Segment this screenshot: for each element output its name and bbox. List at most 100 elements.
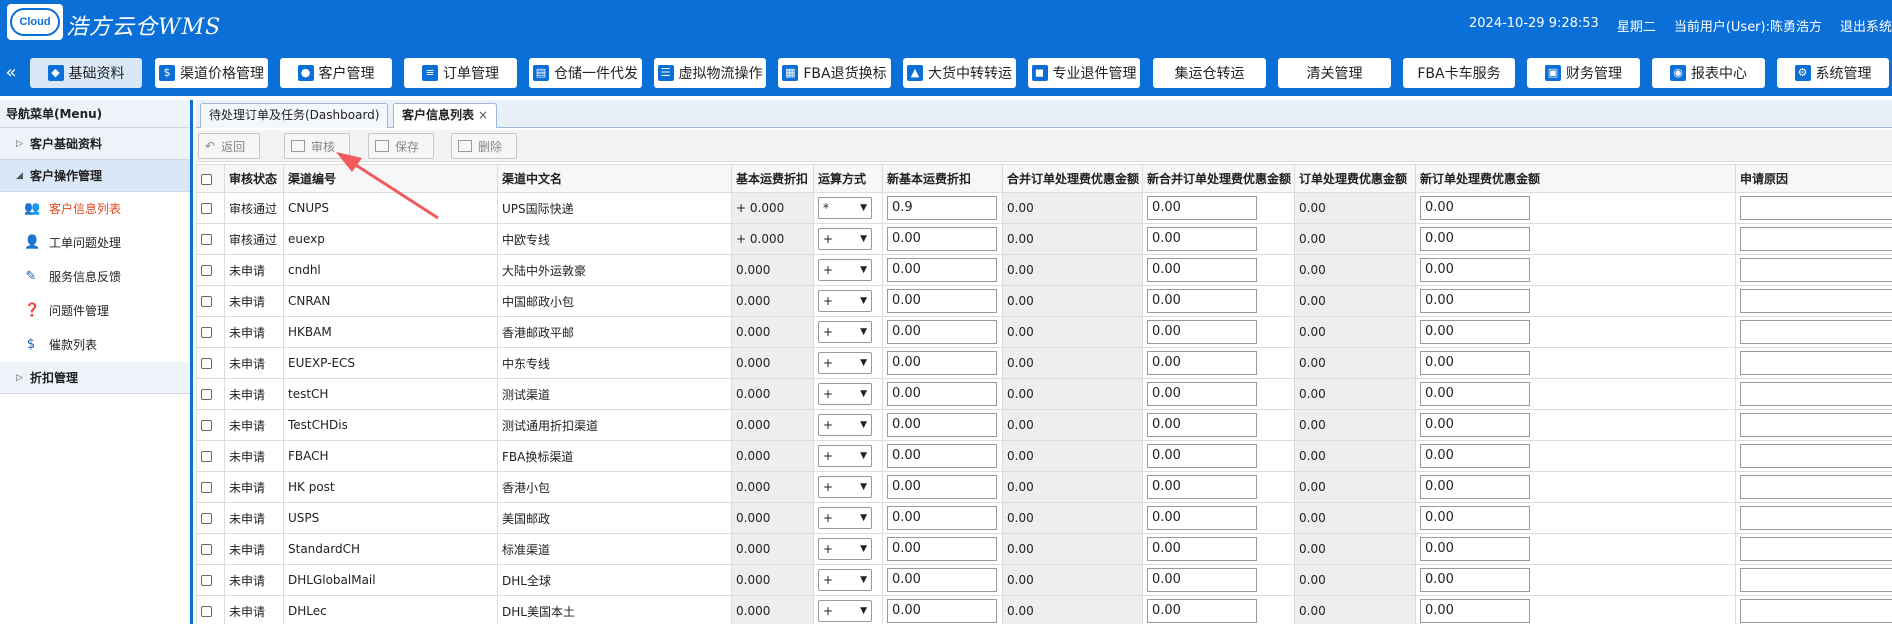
table-row[interactable]: 审核通过euexp中欧专线+ 0.000+0.000.000.000.000.0… — [196, 223, 1892, 255]
select-all-checkbox[interactable] — [196, 164, 225, 193]
table-row[interactable]: 未申请HKBAM香港邮政平邮0.000+0.000.000.000.000.00 — [196, 316, 1892, 348]
new-merge-input[interactable]: 0.00 — [1147, 506, 1257, 530]
table-row[interactable]: 未申请DHLGlobalMailDHL全球0.000+0.000.000.000… — [196, 564, 1892, 596]
new-merge-input[interactable]: 0.00 — [1147, 351, 1257, 375]
new-merge-input[interactable]: 0.00 — [1147, 599, 1257, 623]
reason-input[interactable] — [1740, 506, 1892, 530]
nav-warehouse[interactable]: ▤ 仓储一件代发 — [529, 58, 642, 88]
new-merge-input[interactable]: 0.00 — [1147, 382, 1257, 406]
op-select[interactable]: + — [818, 600, 872, 622]
new-fee-input[interactable]: 0.00 — [1420, 227, 1530, 251]
nav-channel-price[interactable]: $ 渠道价格管理 — [155, 58, 268, 88]
new-discount-input[interactable]: 0.00 — [887, 599, 997, 623]
new-fee-input[interactable]: 0.00 — [1420, 351, 1530, 375]
row-checkbox[interactable] — [196, 564, 225, 596]
logout-link[interactable]: 退出系统 — [1840, 16, 1892, 35]
new-fee-input[interactable]: 0.00 — [1420, 289, 1530, 313]
new-discount-input[interactable]: 0.00 — [887, 320, 997, 344]
table-row[interactable]: 审核通过CNUPSUPS国际快递+ 0.000*0.90.000.000.000… — [196, 192, 1892, 224]
row-checkbox[interactable] — [196, 223, 225, 255]
new-discount-input[interactable]: 0.00 — [887, 227, 997, 251]
new-fee-input[interactable]: 0.00 — [1420, 537, 1530, 561]
new-fee-input[interactable]: 0.00 — [1420, 413, 1530, 437]
row-checkbox[interactable] — [196, 502, 225, 534]
sidebar-item-problem[interactable]: ❓ 问题件管理 — [0, 294, 190, 328]
back-button[interactable]: ↶ 返回 — [198, 133, 260, 159]
op-select[interactable]: + — [818, 445, 872, 467]
table-row[interactable]: 未申请CNRAN中国邮政小包0.000+0.000.000.000.000.00 — [196, 285, 1892, 317]
nav-fba-return[interactable]: ▦ FBA退货换标 — [778, 58, 891, 88]
delete-button[interactable]: 删除 — [451, 133, 517, 159]
table-row[interactable]: 未申请testCH测试渠道0.000+0.000.000.000.000.00 — [196, 378, 1892, 410]
new-fee-input[interactable]: 0.00 — [1420, 258, 1530, 282]
nav-fba-truck[interactable]: FBA卡车服务 — [1403, 58, 1515, 88]
row-checkbox[interactable] — [196, 254, 225, 286]
tab-dashboard[interactable]: 待处理订单及任务(Dashboard) — [200, 103, 389, 128]
sidebar-item-ticket[interactable]: 👤 工单问题处理 — [0, 226, 190, 260]
nav-order[interactable]: ≡ 订单管理 — [404, 58, 517, 88]
row-checkbox[interactable] — [196, 409, 225, 441]
table-row[interactable]: 未申请TestCHDis测试通用折扣渠道0.000+0.000.000.000.… — [196, 409, 1892, 441]
row-checkbox[interactable] — [196, 533, 225, 565]
table-row[interactable]: 未申请HK post香港小包0.000+0.000.000.000.000.00 — [196, 471, 1892, 503]
reason-input[interactable] — [1740, 537, 1892, 561]
new-merge-input[interactable]: 0.00 — [1147, 537, 1257, 561]
reason-input[interactable] — [1740, 413, 1892, 437]
table-row[interactable]: 未申请USPS美国邮政0.000+0.000.000.000.000.00 — [196, 502, 1892, 534]
table-row[interactable]: 未申请DHLecDHL美国本土0.000+0.000.000.000.000.0… — [196, 595, 1892, 624]
new-fee-input[interactable]: 0.00 — [1420, 475, 1530, 499]
table-row[interactable]: 未申请EUEXP-ECS中东专线0.000+0.000.000.000.000.… — [196, 347, 1892, 379]
op-select[interactable]: + — [818, 228, 872, 250]
table-row[interactable]: 未申请StandardCH标准渠道0.000+0.000.000.000.000… — [196, 533, 1892, 565]
nav-reports[interactable]: ◉ 报表中心 — [1652, 58, 1765, 88]
reason-input[interactable] — [1740, 382, 1892, 406]
reason-input[interactable] — [1740, 351, 1892, 375]
tab-customer-list[interactable]: 客户信息列表 × — [393, 103, 498, 128]
op-select[interactable]: + — [818, 476, 872, 498]
row-checkbox[interactable] — [196, 471, 225, 503]
new-discount-input[interactable]: 0.00 — [887, 382, 997, 406]
reason-input[interactable] — [1740, 258, 1892, 282]
new-merge-input[interactable]: 0.00 — [1147, 413, 1257, 437]
new-discount-input[interactable]: 0.00 — [887, 413, 997, 437]
op-select[interactable]: + — [818, 352, 872, 374]
op-select[interactable]: * — [818, 197, 872, 219]
op-select[interactable]: + — [818, 414, 872, 436]
new-merge-input[interactable]: 0.00 — [1147, 196, 1257, 220]
save-button[interactable]: 保存 — [368, 133, 434, 159]
sidebar-group-customer-ops[interactable]: ◢ 客户操作管理 — [0, 160, 190, 192]
reason-input[interactable] — [1740, 568, 1892, 592]
new-discount-input[interactable]: 0.00 — [887, 351, 997, 375]
table-row[interactable]: 未申请FBACHFBA换标渠道0.000+0.000.000.000.000.0… — [196, 440, 1892, 472]
nav-consolidation[interactable]: 集运仓转运 — [1153, 58, 1266, 88]
reason-input[interactable] — [1740, 320, 1892, 344]
op-select[interactable]: + — [818, 383, 872, 405]
new-discount-input[interactable]: 0.00 — [887, 289, 997, 313]
sidebar-group-customer-basic[interactable]: ▷ 客户基础资料 — [0, 128, 190, 160]
new-merge-input[interactable]: 0.00 — [1147, 227, 1257, 251]
op-select[interactable]: + — [818, 321, 872, 343]
row-checkbox[interactable] — [196, 595, 225, 624]
op-select[interactable]: + — [818, 507, 872, 529]
new-fee-input[interactable]: 0.00 — [1420, 599, 1530, 623]
sidebar-item-feedback[interactable]: ✎ 服务信息反馈 — [0, 260, 190, 294]
reason-input[interactable] — [1740, 475, 1892, 499]
reason-input[interactable] — [1740, 444, 1892, 468]
new-fee-input[interactable]: 0.00 — [1420, 382, 1530, 406]
op-select[interactable]: + — [818, 259, 872, 281]
new-merge-input[interactable]: 0.00 — [1147, 568, 1257, 592]
row-checkbox[interactable] — [196, 378, 225, 410]
row-checkbox[interactable] — [196, 285, 225, 317]
collapse-icon[interactable]: « — [2, 60, 20, 88]
new-fee-input[interactable]: 0.00 — [1420, 506, 1530, 530]
nav-customer[interactable]: ● 客户管理 — [280, 58, 392, 88]
reason-input[interactable] — [1740, 599, 1892, 623]
close-icon[interactable]: × — [478, 108, 488, 122]
op-select[interactable]: + — [818, 569, 872, 591]
nav-system[interactable]: ⚙ 系统管理 — [1777, 58, 1889, 88]
new-discount-input[interactable]: 0.00 — [887, 506, 997, 530]
row-checkbox[interactable] — [196, 347, 225, 379]
row-checkbox[interactable] — [196, 192, 225, 224]
new-discount-input[interactable]: 0.9 — [887, 196, 997, 220]
reason-input[interactable] — [1740, 227, 1892, 251]
